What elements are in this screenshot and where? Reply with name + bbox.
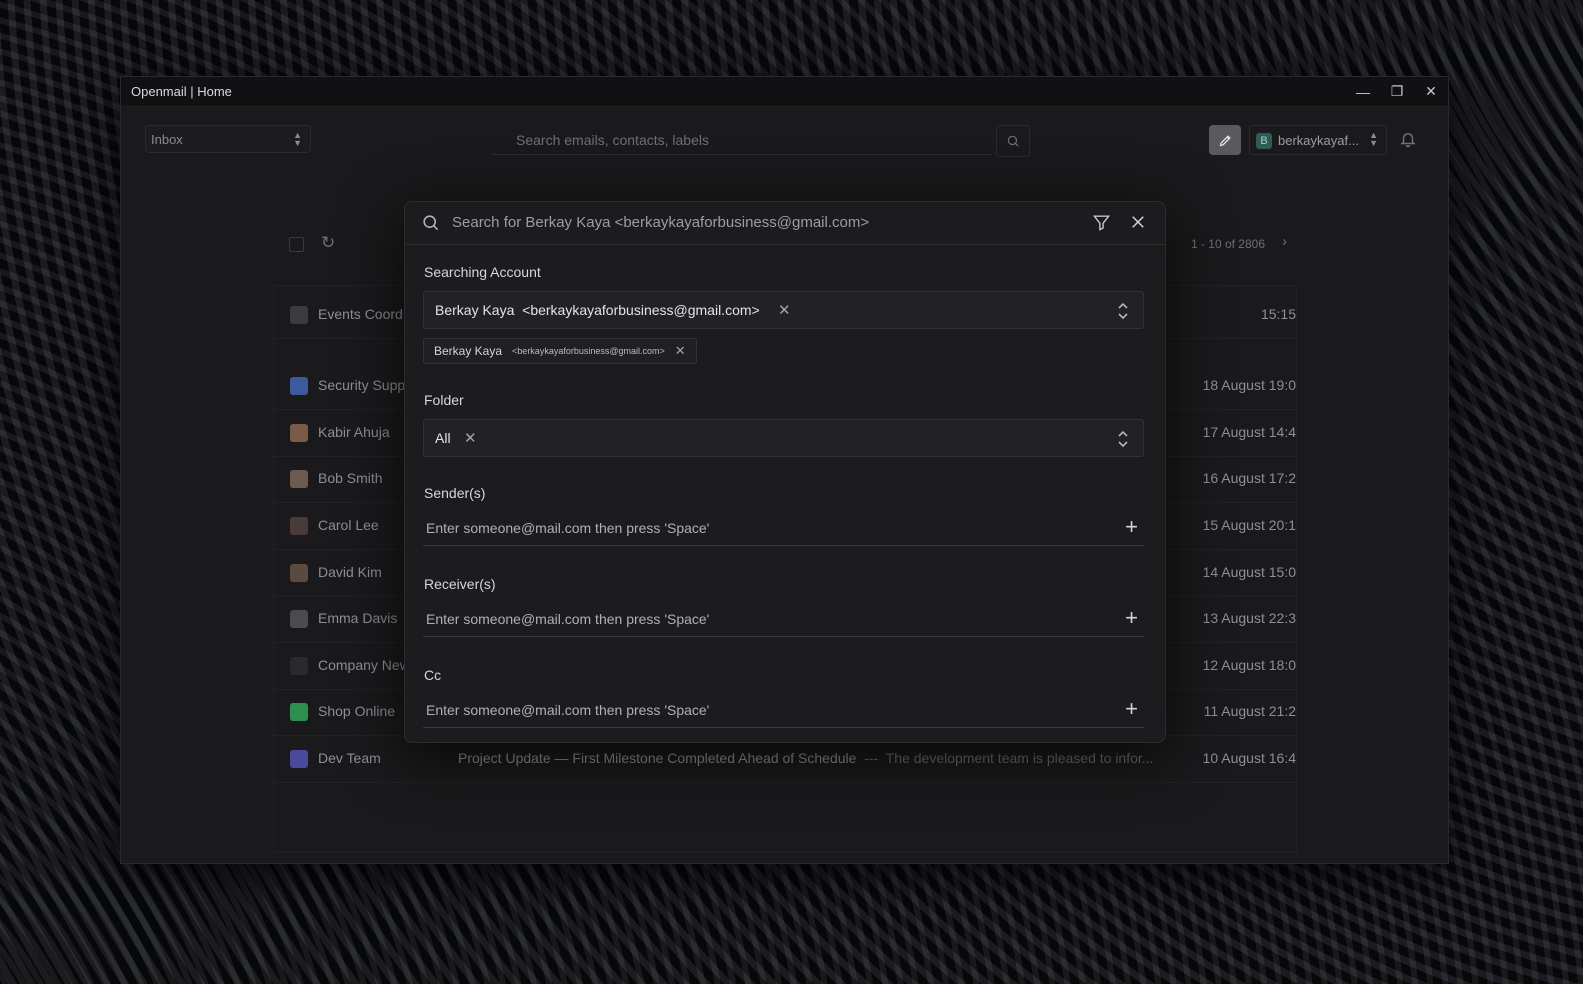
add-cc-icon[interactable]: + [1125, 696, 1138, 722]
title-bar: Openmail | Home — ❐ ✕ [121, 77, 1448, 107]
email-row[interactable]: Dev Team Project Update — First Milestone… [274, 736, 1296, 783]
email-sender: Shop Online [318, 703, 396, 719]
account-select-value: Berkay Kaya <berkaykayaforbusiness@gmail… [435, 302, 760, 318]
folder-filter-value: All [435, 430, 451, 446]
cc-placeholder: Enter someone@mail.com then press 'Space… [426, 702, 710, 718]
email-sender: Kabir Ahuja [318, 424, 390, 440]
email-time: 13 August 22:3 [1202, 610, 1296, 626]
remove-folder-icon[interactable]: ✕ [464, 429, 477, 447]
email-sender: Dev Team [318, 750, 381, 766]
email-preview: The development team is pleased to infor… [885, 750, 1154, 766]
folder-select-value: Inbox [151, 132, 183, 147]
account-switcher[interactable]: B berkaykayaf... ▲ ▼ [1249, 125, 1387, 155]
restore-button[interactable]: ❐ [1380, 77, 1414, 106]
search-icon [423, 215, 439, 231]
email-subject-text: Project Update — First Milestone Complet… [458, 750, 857, 766]
global-search-input[interactable]: Search emails, contacts, labels [492, 125, 992, 155]
account-chip: Berkay Kaya <berkaykayaforbusiness@gmail… [423, 338, 697, 364]
top-toolbar: Inbox ▲ ▼ Search emails, contacts, labels… [145, 125, 1424, 157]
email-time: 15:15 [1260, 306, 1296, 322]
searching-account-label: Searching Account [424, 264, 541, 280]
folder-filter-select[interactable]: All ✕ [423, 419, 1144, 457]
email-subject: Project Update — First Milestone Complet… [458, 750, 1154, 766]
cc-field[interactable]: Enter someone@mail.com then press 'Space… [423, 693, 1144, 728]
email-time: 14 August 15:0 [1202, 564, 1296, 580]
sender-avatar-icon [290, 564, 308, 582]
email-sender: Security Supp [318, 377, 406, 393]
chip-name: Berkay Kaya [434, 344, 503, 358]
chevron-updown-icon [1118, 302, 1128, 320]
receivers-placeholder: Enter someone@mail.com then press 'Space… [426, 611, 710, 627]
folder-select[interactable]: Inbox ▲ ▼ [145, 125, 311, 153]
email-time: 17 August 14:4 [1202, 424, 1296, 440]
email-time: 18 August 19:0 [1202, 377, 1296, 393]
account-select[interactable]: Berkay Kaya <berkaykayaforbusiness@gmail… [423, 291, 1144, 329]
email-sender: Bob Smith [318, 470, 383, 486]
close-icon[interactable] [1129, 213, 1147, 231]
dialog-search-input[interactable]: Search for Berkay Kaya <berkaykayaforbus… [452, 214, 869, 231]
add-sender-icon[interactable]: + [1125, 514, 1138, 540]
sender-avatar-icon [290, 703, 308, 721]
chevron-updown-icon: ▲ ▼ [1369, 130, 1378, 148]
email-time: 10 August 16:4 [1202, 750, 1296, 766]
email-sender: Emma Davis [318, 610, 398, 626]
close-window-button[interactable]: ✕ [1414, 77, 1448, 106]
receivers-label: Receiver(s) [424, 576, 496, 592]
chevron-updown-icon: ▲ ▼ [293, 130, 302, 148]
sender-avatar-icon [290, 424, 308, 442]
sender-avatar-icon [290, 750, 308, 768]
cc-label: Cc [424, 667, 442, 683]
email-time: 12 August 18:0 [1202, 657, 1296, 673]
sender-avatar-icon [290, 657, 308, 675]
chip-email: <berkaykayaforbusiness@gmail.com> [512, 346, 665, 356]
sender-avatar-icon [290, 306, 308, 324]
remove-account-icon[interactable]: ✕ [778, 301, 791, 319]
search-icon [1007, 135, 1019, 147]
add-receiver-icon[interactable]: + [1125, 605, 1138, 631]
sender-avatar-icon [290, 377, 308, 395]
senders-placeholder: Enter someone@mail.com then press 'Space… [426, 520, 710, 536]
email-sender: David Kim [318, 564, 382, 580]
refresh-icon[interactable]: ↻ [321, 233, 335, 253]
search-button[interactable] [996, 125, 1030, 157]
senders-field[interactable]: Enter someone@mail.com then press 'Space… [423, 511, 1144, 546]
sender-avatar-icon [290, 470, 308, 488]
folder-label: Folder [424, 392, 464, 408]
account-name: berkaykayaf... [1278, 133, 1359, 148]
pagination-label: 1 - 10 of 2806 [1190, 237, 1265, 251]
avatar: B [1256, 133, 1272, 149]
email-time: 16 August 17:2 [1202, 470, 1296, 486]
minimize-button[interactable]: — [1346, 77, 1380, 106]
bell-icon[interactable] [1399, 130, 1417, 153]
pen-icon [1219, 134, 1231, 146]
email-sender: Carol Lee [318, 517, 379, 533]
email-sender: Events Coord [318, 306, 403, 322]
search-dialog: Search for Berkay Kaya <berkaykayaforbus… [404, 201, 1166, 743]
sender-avatar-icon [290, 517, 308, 535]
senders-label: Sender(s) [424, 485, 486, 501]
next-page-icon[interactable]: › [1282, 233, 1287, 250]
compose-button[interactable] [1209, 125, 1241, 155]
remove-chip-icon[interactable]: ✕ [675, 343, 686, 359]
sender-avatar-icon [290, 610, 308, 628]
dialog-search-bar: Search for Berkay Kaya <berkaykayaforbus… [405, 202, 1165, 245]
filter-icon[interactable] [1092, 213, 1111, 232]
receivers-field[interactable]: Enter someone@mail.com then press 'Space… [423, 602, 1144, 637]
email-time: 15 August 20:1 [1202, 517, 1296, 533]
email-time: 11 August 21:2 [1203, 703, 1296, 719]
select-all-checkbox[interactable] [289, 237, 304, 252]
email-sender: Company New [318, 657, 410, 673]
chevron-updown-icon [1118, 430, 1128, 448]
window-title: Openmail | Home [131, 84, 232, 99]
